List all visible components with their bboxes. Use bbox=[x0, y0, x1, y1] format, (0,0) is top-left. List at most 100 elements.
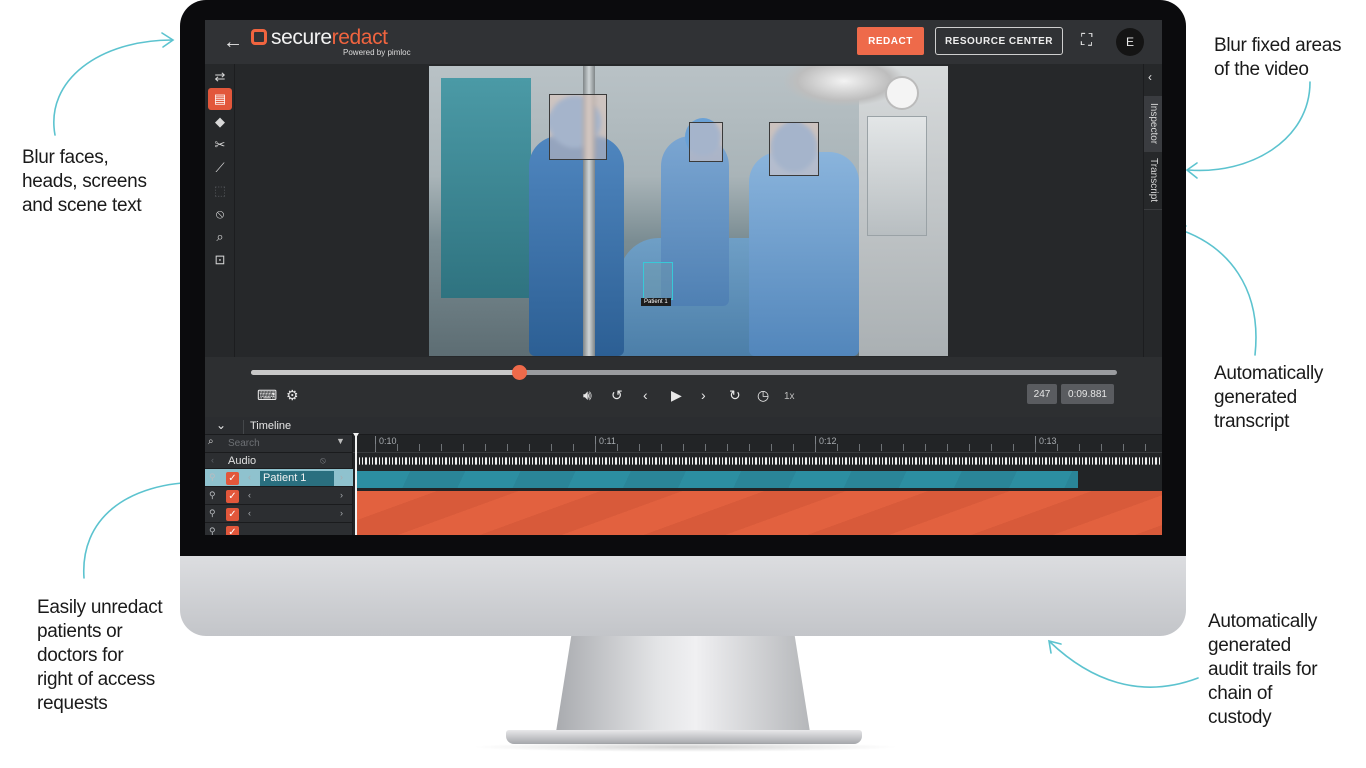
securedact-logo[interactable]: secureredact Powered by pimloc bbox=[251, 26, 411, 57]
ruler-label: 0:12 bbox=[815, 436, 837, 452]
tab-transcript[interactable]: Transcript bbox=[1144, 152, 1162, 210]
ruler-tick bbox=[991, 444, 992, 451]
back-arrow-icon[interactable]: ← bbox=[223, 31, 243, 54]
pin-icon[interactable]: ⚲ bbox=[209, 508, 216, 519]
track-checkbox[interactable]: ✓ bbox=[226, 472, 239, 485]
tab-inspector[interactable]: Inspector bbox=[1144, 96, 1162, 152]
arrowhead-audit bbox=[1048, 639, 1062, 654]
volume-icon[interactable]: 🔊︎ bbox=[583, 387, 592, 404]
next-frame-icon[interactable]: › bbox=[701, 387, 706, 403]
ruler-tick bbox=[771, 444, 772, 451]
forward-icon[interactable]: ↻ bbox=[729, 387, 741, 404]
user-avatar[interactable]: E bbox=[1116, 28, 1144, 56]
chevron-left-icon[interactable]: ‹ bbox=[248, 508, 251, 518]
monitor-stand-shadow bbox=[470, 742, 900, 752]
ruler-tick bbox=[1079, 444, 1080, 451]
track-row[interactable]: ⚲ ✓ ‹ › bbox=[205, 505, 353, 523]
arrowhead-blur-fixed bbox=[1185, 162, 1198, 179]
callout-blur-faces: Blur faces, heads, screens and scene tex… bbox=[22, 147, 147, 216]
chevron-left-icon[interactable]: ‹ bbox=[248, 490, 251, 500]
face-redaction-box[interactable] bbox=[689, 122, 723, 162]
chevron-right-icon[interactable]: › bbox=[340, 472, 343, 482]
face-redaction-box[interactable] bbox=[769, 122, 819, 176]
callout-transcript: Automatically generated transcript bbox=[1214, 363, 1324, 432]
frame-number: 247 bbox=[1027, 384, 1057, 404]
track-checkbox[interactable]: ✓ bbox=[226, 490, 239, 503]
ruler-tick bbox=[617, 444, 618, 451]
chevron-left-icon[interactable]: ‹ bbox=[1148, 70, 1152, 84]
resource-center-button[interactable]: RESOURCE CENTER bbox=[935, 27, 1063, 55]
previous-frame-icon[interactable]: ‹ bbox=[643, 387, 648, 403]
ear-off-icon[interactable]: ⦸ bbox=[208, 203, 232, 225]
track-row[interactable]: ⚲ ✓ bbox=[205, 523, 353, 535]
track-row[interactable]: ⚲ ✓ ‹ Patient 1 › bbox=[205, 469, 353, 487]
video-frame[interactable]: Patient 1 bbox=[429, 66, 948, 356]
focus-frame-icon[interactable]: ⊡ bbox=[208, 249, 232, 271]
logo-mark-icon bbox=[251, 29, 267, 45]
search-icon: ⌕ bbox=[208, 436, 214, 447]
seek-bar-handle[interactable] bbox=[512, 365, 528, 380]
timeline-lanes[interactable]: 0:10 0:11 0:12 0:13 bbox=[353, 433, 1162, 535]
chevron-right-icon[interactable]: › bbox=[340, 508, 343, 518]
chevron-right-icon[interactable]: › bbox=[340, 490, 343, 500]
speed-gauge-icon[interactable]: ◷ bbox=[757, 387, 769, 404]
ruler-tick bbox=[969, 444, 970, 451]
ruler-tick bbox=[727, 444, 728, 451]
player-controls: ⌨ ⚙ 🔊︎ ↺ ‹ ▶ › ↻ ◷ 1x 247 0:09.881 bbox=[205, 357, 1162, 417]
ruler-tick bbox=[1013, 444, 1014, 451]
track-checkbox[interactable]: ✓ bbox=[226, 508, 239, 521]
ruler-tick bbox=[397, 444, 398, 451]
ruler-tick bbox=[375, 444, 376, 451]
seek-bar[interactable] bbox=[251, 365, 1117, 380]
audio-waveform bbox=[355, 457, 1160, 465]
zoom-icon[interactable]: ⌕ bbox=[208, 226, 232, 248]
scene-surgeon-left bbox=[529, 136, 624, 356]
chevron-left-icon[interactable]: ‹ bbox=[211, 455, 214, 465]
track-checkbox[interactable]: ✓ bbox=[226, 526, 239, 535]
timeline-playhead[interactable] bbox=[353, 433, 359, 535]
ruler-tick bbox=[661, 444, 662, 451]
track-search-input[interactable]: Search bbox=[228, 438, 260, 449]
ruler-tick bbox=[1145, 444, 1146, 451]
face-redaction-box[interactable] bbox=[549, 94, 607, 160]
patient-redaction-box[interactable] bbox=[643, 262, 673, 300]
scissors-icon[interactable]: ✂ bbox=[208, 134, 232, 156]
tag-icon[interactable]: ◆ bbox=[208, 111, 232, 133]
chevron-left-icon[interactable]: ‹ bbox=[248, 472, 251, 482]
redaction-list-icon[interactable]: ▤ bbox=[208, 88, 232, 110]
ruler-tick bbox=[463, 444, 464, 451]
playback-speed[interactable]: 1x bbox=[784, 391, 795, 402]
ruler-label: 0:11 bbox=[595, 436, 616, 452]
ruler-tick bbox=[881, 444, 882, 451]
app-topbar: ← secureredact Powered by pimloc REDACT … bbox=[205, 20, 1162, 64]
track-name[interactable]: Patient 1 bbox=[260, 471, 334, 486]
arrowhead-blur-faces bbox=[161, 32, 175, 48]
patient-track-segment[interactable] bbox=[355, 471, 1078, 488]
track-row[interactable]: ⚲ ✓ ‹ › bbox=[205, 487, 353, 505]
tool-sidebar: ⇄ ▤ ◆ ✂ ⟋ ⬚ ⦸ ⌕ ⊡ bbox=[205, 64, 235, 357]
pin-icon[interactable]: ⚲ bbox=[209, 490, 216, 501]
ruler-tick bbox=[859, 444, 860, 451]
pin-icon[interactable]: ⚲ bbox=[209, 526, 216, 535]
pin-icon[interactable]: ⚲ bbox=[209, 472, 216, 483]
rewind-icon[interactable]: ↺ bbox=[611, 387, 623, 404]
chevron-down-icon[interactable]: ⌄ bbox=[216, 418, 226, 432]
keyboard-icon[interactable]: ⌨ bbox=[257, 387, 277, 404]
fullscreen-icon[interactable]: ⛶ bbox=[1081, 32, 1092, 50]
swap-arrows-icon[interactable]: ⇄ bbox=[208, 66, 232, 88]
ear-icon[interactable]: ⦸ bbox=[320, 455, 326, 466]
logo-wordmark: secureredact bbox=[271, 26, 388, 49]
monitor-chin bbox=[180, 556, 1186, 636]
ruler-tick bbox=[1101, 444, 1102, 451]
redaction-track-segments[interactable] bbox=[355, 491, 1162, 535]
side-panel-rail: ‹ Inspector Transcript bbox=[1143, 64, 1162, 357]
redact-button[interactable]: REDACT bbox=[857, 27, 924, 55]
motion-path-icon[interactable]: ⟋ bbox=[208, 157, 232, 179]
selection-box-icon[interactable]: ⬚ bbox=[208, 180, 232, 202]
settings-gear-icon[interactable]: ⚙ bbox=[286, 387, 299, 404]
playhead-marker bbox=[353, 433, 359, 438]
arrow-transcript bbox=[1174, 227, 1257, 356]
play-icon[interactable]: ▶ bbox=[671, 387, 682, 404]
ruler-tick bbox=[551, 444, 552, 451]
filter-icon[interactable]: ▼ bbox=[336, 436, 345, 446]
